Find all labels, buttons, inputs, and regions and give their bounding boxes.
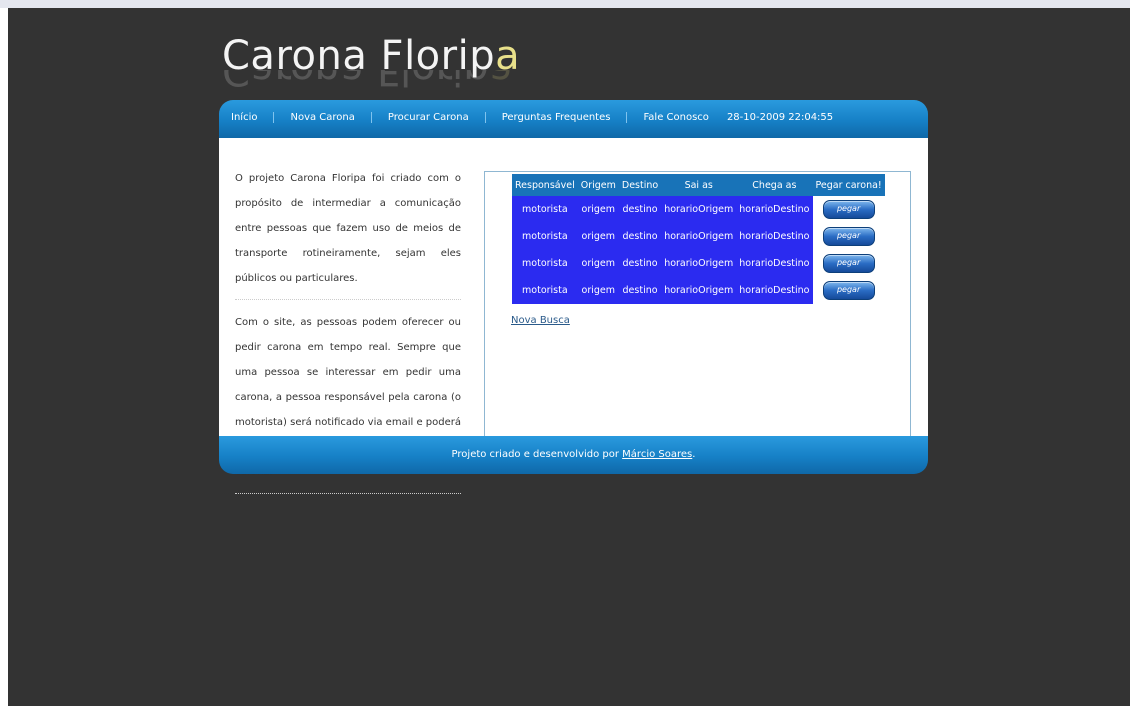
- cell-destino: destino: [622, 258, 658, 269]
- nav-item-inicio[interactable]: Início: [231, 112, 257, 123]
- nav-menu: Início Nova Carona Procurar Carona Pergu…: [231, 112, 833, 123]
- cell-origem: origem: [581, 258, 616, 269]
- column-header-pegar-carona: Pegar carona!: [812, 174, 885, 196]
- pegar-button[interactable]: pegar: [822, 200, 875, 219]
- column-header-origem: Origem: [577, 174, 619, 196]
- cell-action: pegar: [812, 250, 885, 277]
- results-panel: Responsável Origem Destino Sai as Chega …: [484, 171, 911, 436]
- cell-responsavel: motorista: [522, 204, 568, 215]
- table-row: motorista origem destino horarioOrigem h…: [512, 250, 885, 277]
- cell-sai-as: horarioOrigem: [664, 258, 734, 269]
- cell-chega-as: horarioDestino: [739, 258, 810, 269]
- cell-destino: destino: [622, 204, 658, 215]
- cell-responsavel: motorista: [522, 258, 568, 269]
- cell-origem: origem: [581, 231, 616, 242]
- pegar-button[interactable]: pegar: [822, 227, 875, 246]
- nav-item-procurar-carona[interactable]: Procurar Carona: [388, 112, 469, 123]
- table-row: motorista origem destino horarioOrigem h…: [512, 196, 885, 223]
- nav-separator: [626, 112, 628, 123]
- footer-period: .: [692, 449, 696, 460]
- main-frame: Início Nova Carona Procurar Carona Pergu…: [219, 100, 928, 494]
- table-row: motorista origem destino horarioOrigem h…: [512, 277, 885, 304]
- dotted-divider: [235, 299, 461, 300]
- cell-sai-as: horarioOrigem: [664, 231, 734, 242]
- nav-item-fale-conosco[interactable]: Fale Conosco: [643, 112, 708, 123]
- cell-destino: destino: [622, 231, 658, 242]
- nav-item-nova-carona[interactable]: Nova Carona: [290, 112, 354, 123]
- nav-item-perguntas-frequentes[interactable]: Perguntas Frequentes: [502, 112, 611, 123]
- nova-busca-link[interactable]: Nova Busca: [511, 315, 570, 326]
- cell-action: pegar: [812, 223, 885, 250]
- column-header-destino: Destino: [618, 174, 662, 196]
- cell-origem: origem: [581, 204, 616, 215]
- footer-bar: Projeto criado e desenvolvido por Márcio…: [219, 436, 928, 474]
- cell-responsavel: motorista: [522, 231, 568, 242]
- dotted-divider: [235, 493, 461, 494]
- cell-action: pegar: [812, 277, 885, 304]
- column-header-responsavel: Responsável: [512, 174, 578, 196]
- cell-destino: destino: [622, 285, 658, 296]
- table-row: motorista origem destino horarioOrigem h…: [512, 223, 885, 250]
- footer-text: Projeto criado e desenvolvido por: [451, 449, 623, 460]
- cell-responsavel: motorista: [522, 285, 568, 296]
- content-area: O projeto Carona Floripa foi criado com …: [219, 138, 928, 494]
- cell-origem: origem: [581, 285, 616, 296]
- cell-chega-as: horarioDestino: [739, 204, 810, 215]
- current-datetime: 28-10-2009 22:04:55: [726, 112, 834, 123]
- column-header-sai-as: Sai as: [661, 174, 737, 196]
- pegar-button[interactable]: pegar: [822, 254, 875, 273]
- rides-table: Responsável Origem Destino Sai as Chega …: [512, 174, 885, 304]
- cell-chega-as: horarioDestino: [739, 285, 810, 296]
- cell-chega-as: horarioDestino: [739, 231, 810, 242]
- author-link[interactable]: Márcio Soares: [622, 449, 692, 460]
- top-nav-bar: Início Nova Carona Procurar Carona Pergu…: [219, 100, 928, 138]
- pegar-button[interactable]: pegar: [822, 281, 875, 300]
- table-header-row: Responsável Origem Destino Sai as Chega …: [512, 174, 885, 196]
- logo-reflection: Carona Floripa: [222, 70, 514, 93]
- cell-sai-as: horarioOrigem: [664, 285, 734, 296]
- browser-top-strip: [0, 0, 1130, 8]
- nav-separator: [370, 112, 372, 123]
- nav-separator: [484, 112, 486, 123]
- cell-action: pegar: [812, 196, 885, 223]
- column-header-chega-as: Chega as: [736, 174, 813, 196]
- intro-paragraph: O projeto Carona Floripa foi criado com …: [235, 173, 461, 284]
- cell-sai-as: horarioOrigem: [664, 204, 734, 215]
- nav-separator: [273, 112, 275, 123]
